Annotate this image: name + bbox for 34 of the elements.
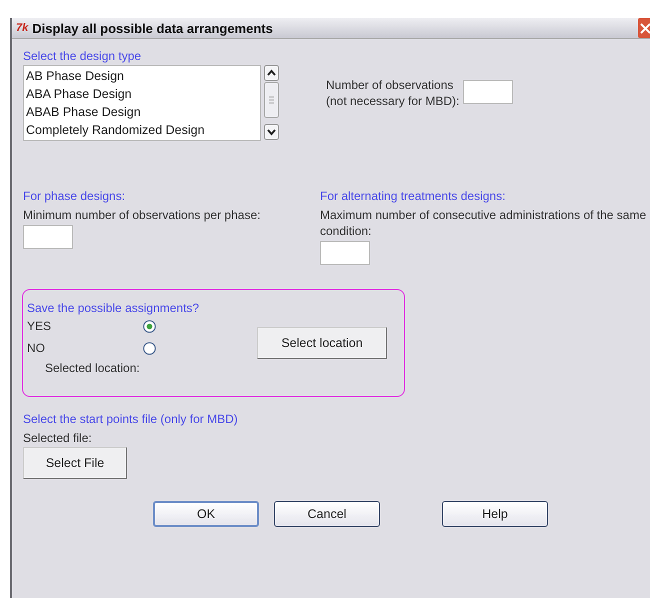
observations-field[interactable] <box>463 80 514 104</box>
section-heading: Select the design type <box>23 49 142 63</box>
dialog-button[interactable]: Cancel <box>274 501 380 527</box>
section-heading: Select the start points file (only for MBD) <box>23 412 238 426</box>
window-title: Display all possible data arrangements <box>32 20 274 36</box>
radio-label: NO <box>27 341 46 355</box>
file-label: Selected file: <box>23 431 92 445</box>
select-location-button[interactable]: Select location <box>257 327 387 359</box>
list-item[interactable]: ABA Phase Design <box>26 85 258 103</box>
field-label: Minimum number of observations per phase: <box>23 207 262 223</box>
list-item[interactable]: Completely Randomized Design <box>26 121 258 139</box>
location-label: Selected location: <box>44 361 141 375</box>
app-icon: 7k <box>16 22 28 34</box>
dialog-button[interactable]: OK <box>153 501 259 527</box>
section-heading: For phase designs: <box>23 189 126 203</box>
scroll-down-icon[interactable] <box>264 124 279 140</box>
scroll-thumb[interactable] <box>264 82 279 118</box>
scroll-up-icon[interactable] <box>264 65 279 81</box>
radio-label: YES <box>27 319 52 333</box>
section-heading: For alternating treatments designs: <box>320 189 506 203</box>
min-observations-field[interactable] <box>23 225 73 249</box>
radio-button[interactable] <box>143 320 156 332</box>
field-label: Number of observations <box>326 77 454 93</box>
list-item[interactable]: ABAB Phase Design <box>26 103 258 121</box>
field-label: Maximum number of consecutive administrations of the same condition: <box>320 207 648 239</box>
select-file-button[interactable]: Select File <box>23 447 127 479</box>
field-label: (not necessary for MBD): <box>326 93 460 109</box>
section-heading: Save the possible assignments? <box>27 301 200 315</box>
close-icon[interactable] <box>638 18 650 38</box>
radio-button[interactable] <box>143 342 156 354</box>
list-item[interactable]: AB Phase Design <box>26 67 258 85</box>
max-administrations-field[interactable] <box>320 241 370 265</box>
design-type-list[interactable]: AB Phase Design ABA Phase Design ABAB Phase Design Completely Randomized Design <box>23 65 261 141</box>
dialog-button[interactable]: Help <box>442 501 548 527</box>
